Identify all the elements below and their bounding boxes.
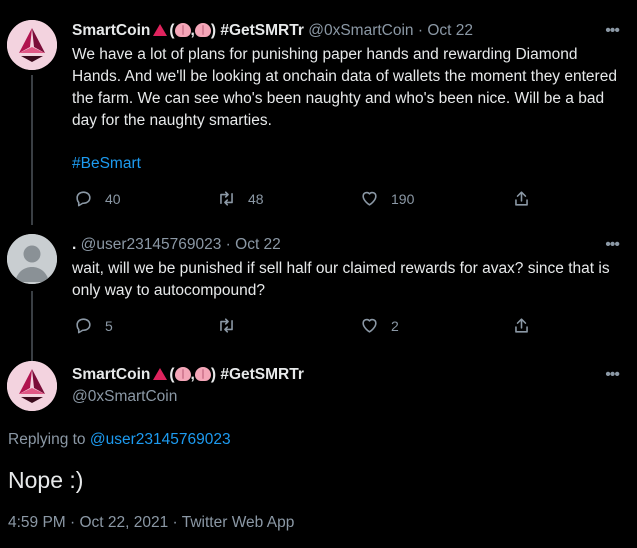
tweet-1[interactable]: SmartCoin(,) #GetSMRTr @0xSmartCoin · Oc… [0,0,637,225]
tweet-header: . @user23145769023 · Oct 22 [72,236,281,254]
name-open-paren: ( [169,366,175,383]
reply-button[interactable]: 40 [74,189,121,208]
tweet-header: SmartCoin(,) #GetSMRTr @0xSmartCoin · Oc… [72,22,473,40]
hashtag-link[interactable]: #BeSmart [72,153,627,175]
brain-emoji-icon [174,367,191,381]
tweet-text: We have a lot of plans for punishing pap… [72,46,617,129]
name-hashtag: #GetSMRTr [220,22,304,39]
tweet-timestamp[interactable]: 4:59 PM · Oct 22, 2021 · Twitter Web App [8,514,294,532]
tweet-date[interactable]: Oct 22 [235,236,281,253]
retweet-button[interactable] [217,316,236,335]
smartcoin-avatar[interactable] [7,20,57,70]
more-icon[interactable]: ••• [605,22,620,40]
tweet-actions: 5 2 [72,316,542,336]
like-button[interactable]: 190 [360,189,414,208]
tweet-date[interactable]: Oct 22 [427,22,473,39]
brain-emoji-icon [194,367,211,381]
handle-line: @0xSmartCoin [72,388,177,406]
user-avatar[interactable] [7,234,57,284]
reply-count: 5 [105,317,113,334]
brain-emoji-icon [174,23,191,37]
smartcoin-logo-icon [7,20,57,70]
name-open-paren: ( [169,22,175,39]
reply-button[interactable]: 5 [74,316,113,335]
like-icon [362,191,377,206]
retweet-icon [220,318,233,333]
share-button[interactable] [512,189,531,208]
thread-line [31,75,33,225]
replying-prefix: Replying to [8,431,86,448]
share-icon [515,191,528,206]
name-close-paren: ) [210,22,217,39]
default-user-icon [7,234,57,284]
reply-icon [76,191,91,207]
tweet-text: Nope :) [8,467,84,493]
like-button[interactable]: 2 [360,316,399,335]
display-name[interactable]: SmartCoin [72,22,150,39]
like-icon [362,318,377,333]
triangle-icon [153,368,168,380]
like-count: 2 [391,317,399,334]
separator: · [417,22,424,39]
brain-emoji-icon [194,23,211,37]
replying-to-link[interactable]: @user23145769023 [90,431,231,448]
name-hashtag: #GetSMRTr [220,366,304,383]
display-name[interactable]: SmartCoin [72,366,150,383]
retweet-button[interactable]: 48 [217,189,264,208]
tweet-3-focused: SmartCoin(,) #GetSMRTr @0xSmartCoin ••• … [0,344,637,548]
smartcoin-avatar[interactable] [7,361,57,411]
more-icon[interactable]: ••• [605,366,620,384]
share-button[interactable] [512,316,531,335]
more-icon[interactable]: ••• [605,236,620,254]
tweet-2[interactable]: . @user23145769023 · Oct 22 ••• wait, wi… [0,222,637,365]
separator: · [225,236,231,253]
replying-to: Replying to @user23145769023 [8,431,231,449]
handle[interactable]: @0xSmartCoin [308,22,413,39]
triangle-icon [153,24,168,36]
share-icon [515,318,528,333]
retweet-icon [220,191,233,206]
reply-icon [76,318,91,334]
handle[interactable]: @user23145769023 [81,236,222,253]
retweet-count: 48 [248,190,264,207]
reply-count: 40 [105,190,121,207]
like-count: 190 [391,190,415,207]
tweet-text: wait, will we be punished if sell half o… [72,260,610,299]
display-name[interactable]: . [72,236,76,253]
handle[interactable]: @0xSmartCoin [72,388,177,405]
tweet-header: SmartCoin(,) #GetSMRTr [72,366,304,384]
tweet-actions: 40 48 190 [72,189,542,209]
smartcoin-logo-icon [7,361,57,411]
name-close-paren: ) [210,366,217,383]
